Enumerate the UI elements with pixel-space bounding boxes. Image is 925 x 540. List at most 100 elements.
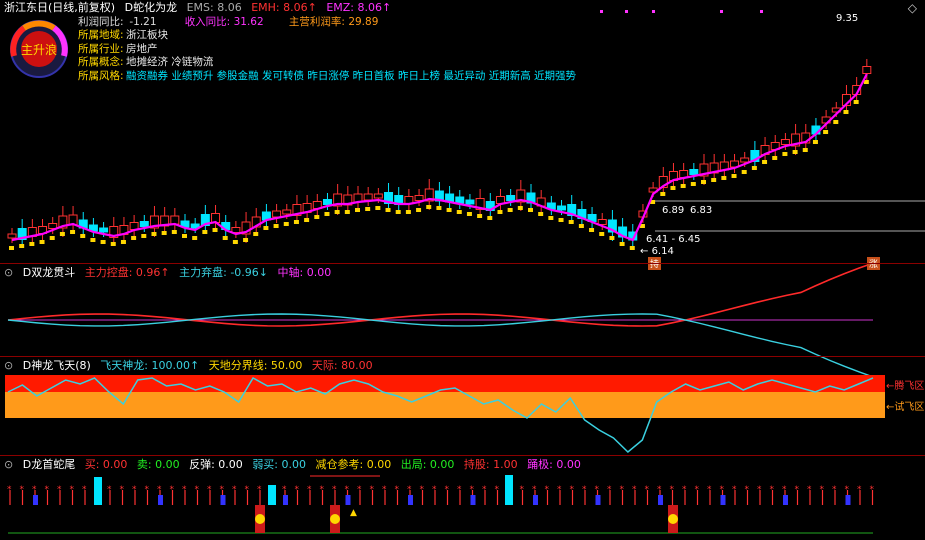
signal-star: * xyxy=(382,485,387,495)
trend-dot xyxy=(29,242,35,246)
trend-dot xyxy=(833,120,839,124)
trend-dot xyxy=(19,244,25,248)
trend-dot xyxy=(466,212,472,216)
panel4-collapse-icon[interactable]: ⊙ xyxy=(4,458,13,471)
trend-dot xyxy=(232,240,238,244)
blue-bar xyxy=(783,495,788,505)
trend-dot xyxy=(365,207,371,211)
trend-dot xyxy=(507,208,513,212)
trend-dot xyxy=(314,215,320,219)
trend-dot xyxy=(385,208,391,212)
blue-bar xyxy=(283,495,288,505)
candle xyxy=(740,157,750,163)
trend-dot xyxy=(599,232,605,236)
signal-star: * xyxy=(682,485,687,495)
blue-bar xyxy=(158,495,163,505)
candle xyxy=(506,195,516,201)
trend-dot xyxy=(90,238,96,242)
signal-star: * xyxy=(45,485,50,495)
candle xyxy=(373,193,383,199)
signal-star: * xyxy=(170,485,175,495)
panel2-abandon: 主力弃盘: -0.96↓ xyxy=(179,266,269,279)
candle xyxy=(780,139,790,145)
signal-star: * xyxy=(870,485,875,495)
trend-dot xyxy=(395,210,401,214)
panel2-control: 主力控盘: 0.96↑ xyxy=(84,266,170,279)
trend-dot xyxy=(548,216,554,220)
trend-dot xyxy=(680,184,686,188)
trend-dot xyxy=(690,182,696,186)
signal-marker xyxy=(600,10,603,13)
signal-star: * xyxy=(345,485,350,495)
panel3-header: ⊙ D神龙飞天(8) 飞天神龙: 100.00↑ 天地分界线: 50.00 天际… xyxy=(4,359,379,373)
price-label-689: 6.89 xyxy=(662,205,685,216)
trend-dot xyxy=(243,238,249,242)
signal-star: * xyxy=(407,485,412,495)
signal-star: * xyxy=(607,485,612,495)
signal-star: * xyxy=(670,485,675,495)
signal-star: * xyxy=(420,485,425,495)
signal-star: * xyxy=(195,485,200,495)
panel3-sky: 天际: 80.00 xyxy=(311,359,373,372)
blue-bar xyxy=(408,495,413,505)
price-range-label: 6.41 - 6.45 xyxy=(646,234,701,245)
blue-bar xyxy=(595,495,601,505)
signal-marker xyxy=(652,10,655,13)
cyan-signal-bar xyxy=(505,475,513,505)
trend-dot xyxy=(171,230,177,234)
trend-dot xyxy=(589,228,595,232)
panel3-collapse-icon[interactable]: ⊙ xyxy=(4,359,13,372)
trend-dot xyxy=(110,242,116,246)
signal-star: * xyxy=(307,485,312,495)
blue-bar xyxy=(533,495,538,505)
trend-dot xyxy=(426,205,432,209)
trend-dot xyxy=(161,231,167,235)
trend-dot xyxy=(416,208,422,212)
panel4-title[interactable]: D龙首蛇尾 xyxy=(23,458,75,471)
candle xyxy=(363,193,373,201)
blue-bar xyxy=(658,495,663,505)
low-price-label: ← 6.14 xyxy=(640,246,674,257)
cyan-signal-bar xyxy=(94,477,102,505)
panel-divider-1 xyxy=(0,263,925,264)
signal-star: * xyxy=(370,485,375,495)
trend-dot xyxy=(405,210,411,214)
signal-star: * xyxy=(82,485,87,495)
signal-star: * xyxy=(557,485,562,495)
signal-marker xyxy=(720,10,723,13)
trend-dot xyxy=(446,208,452,212)
panel2-title[interactable]: D双龙贯斗 xyxy=(23,266,75,279)
signal-star: * xyxy=(820,485,825,495)
signal-star: * xyxy=(395,485,400,495)
signal-star: * xyxy=(495,485,500,495)
candle xyxy=(7,233,17,239)
signal-star: * xyxy=(220,485,225,495)
trend-dot xyxy=(9,246,14,250)
coin-icon xyxy=(330,514,340,524)
trend-dot xyxy=(436,206,442,210)
trend-dot xyxy=(528,208,533,212)
panel2-collapse-icon[interactable]: ⊙ xyxy=(4,266,13,279)
signal-star: * xyxy=(795,485,800,495)
trend-dot xyxy=(701,180,706,184)
panel3-title[interactable]: D神龙飞天(8) xyxy=(23,359,91,372)
trend-dot xyxy=(70,230,76,234)
signal-star: * xyxy=(757,485,762,495)
trend-dot xyxy=(273,224,279,228)
trend-dot xyxy=(151,232,157,236)
signal-star: * xyxy=(207,485,212,495)
panel-divider-2 xyxy=(0,356,925,357)
panel4-header: ⊙ D龙首蛇尾 买: 0.00 卖: 0.00 反弹: 0.00 弱买: 0.0… xyxy=(4,458,587,472)
high-price-label: 9.35 xyxy=(836,13,859,24)
signal-star: * xyxy=(595,485,600,495)
candle xyxy=(557,205,567,211)
trend-dot xyxy=(375,206,381,210)
trend-dot xyxy=(538,212,544,216)
signal-star: * xyxy=(582,485,587,495)
trend-dot xyxy=(39,240,45,244)
candle xyxy=(689,169,699,175)
trend-dot xyxy=(49,236,55,240)
trend-dot xyxy=(100,240,106,244)
signal-star: * xyxy=(182,485,187,495)
trend-dot xyxy=(660,192,666,196)
